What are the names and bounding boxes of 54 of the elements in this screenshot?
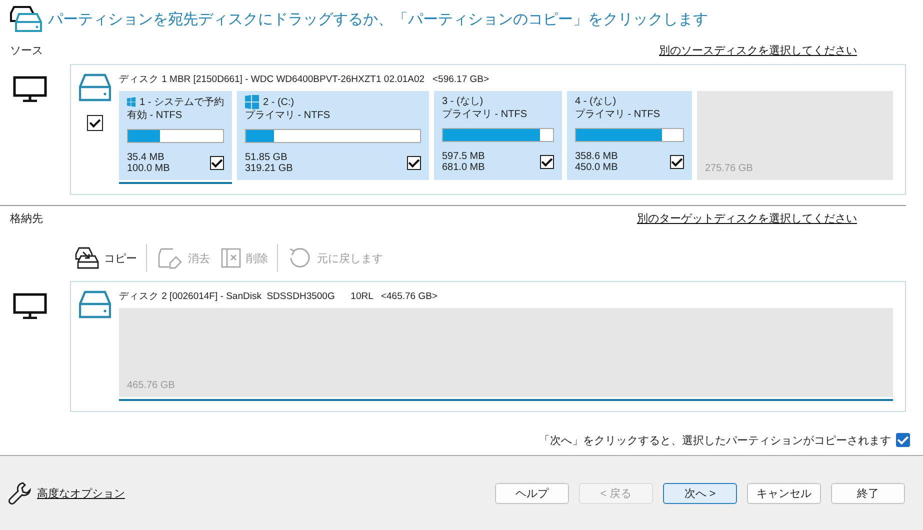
unallocated-size: 275.76 GB: [705, 163, 753, 174]
disk-label: ディスク 1 MBR [2150D661] - WDC WD6400BPVT-26HXZT1 02.01A02 <596.17 GB>: [119, 73, 490, 87]
partition-title: 4 - (なし): [575, 95, 616, 108]
checkbox[interactable]: [896, 433, 910, 447]
select-disk-link[interactable]: 別のターゲットディスクを選択してください: [637, 210, 857, 226]
drives-icon: [10, 5, 42, 33]
monitor-icon: [13, 76, 47, 102]
used-size: 358.6 MB: [575, 151, 618, 162]
unallocated-size: 465.76 GB: [127, 380, 175, 391]
dialog-button[interactable]: 次へ >: [663, 482, 737, 504]
partition-type: プライマリ - NTFS: [245, 109, 330, 122]
used-size: 51.85 GB: [245, 152, 288, 163]
used-size: 597.5 MB: [442, 151, 485, 162]
dialog-button[interactable]: キャンセル: [747, 482, 821, 504]
windows-icon: [245, 95, 259, 109]
used-size: 35.4 MB: [127, 152, 164, 163]
windows-icon: [127, 95, 136, 109]
total-size: 681.0 MB: [442, 162, 485, 173]
total-size: 319.21 GB: [245, 163, 293, 174]
monitor-icon: [13, 293, 47, 319]
instruction-title: パーティションを宛先ディスクにドラッグするか、「パーティションのコピー」をクリックします: [48, 10, 708, 28]
toolbar-button[interactable]: コピー: [73, 243, 146, 273]
partition-type: プライマリ - NTFS: [575, 108, 660, 121]
total-size: 450.0 MB: [575, 162, 618, 173]
drive-icon: [79, 73, 111, 103]
drive-icon: [79, 290, 111, 320]
select-disk-link[interactable]: 別のソースディスクを選択してください: [659, 42, 857, 58]
partition-title: 2 - (C:): [263, 96, 294, 108]
partition-block[interactable]: 4 - (なし) プライマリ - NTFS 358.6 MB 450.0 MB: [567, 91, 692, 180]
checkbox[interactable]: [670, 155, 684, 169]
checkbox[interactable]: [407, 156, 421, 170]
undo-icon: [288, 246, 312, 270]
partition-block[interactable]: 2 - (C:) プライマリ - NTFS 51.85 GB 319.21 GB: [237, 91, 429, 180]
section-label: ソース: [10, 44, 43, 58]
partition-type: 有効 - NTFS: [127, 109, 182, 122]
disk-label: ディスク 2 [0026014F] - SanDisk SDSSDH3500G 10RL <465.76 GB>: [119, 290, 438, 304]
partition-block[interactable]: 3 - (なし) プライマリ - NTFS 597.5 MB 681.0 MB: [434, 91, 562, 180]
total-size: 100.0 MB: [127, 163, 170, 174]
partition-title: 3 - (なし): [442, 95, 484, 108]
wrench-icon: [8, 481, 32, 505]
checkbox[interactable]: [210, 156, 224, 170]
dialog-button[interactable]: ヘルプ: [495, 482, 569, 504]
partition-type: プライマリ - NTFS: [442, 108, 527, 121]
section-label: 格納先: [10, 212, 43, 226]
copy-note: 「次へ」をクリックすると、選択したパーティションがコピーされます: [539, 434, 891, 448]
delete-icon: [221, 248, 241, 268]
checkbox[interactable]: [87, 115, 103, 131]
advanced-options-link[interactable]: 高度なオプション: [37, 486, 125, 500]
partition-title: 1 - システムで予約: [140, 96, 224, 108]
partition-block[interactable]: 1 - システムで予約 有効 - NTFS 35.4 MB 100.0 MB: [119, 91, 232, 180]
dialog-button[interactable]: 終了: [831, 482, 905, 504]
eraser-icon: [157, 247, 183, 269]
copy-drive-icon: [75, 247, 99, 269]
checkbox[interactable]: [540, 155, 554, 169]
